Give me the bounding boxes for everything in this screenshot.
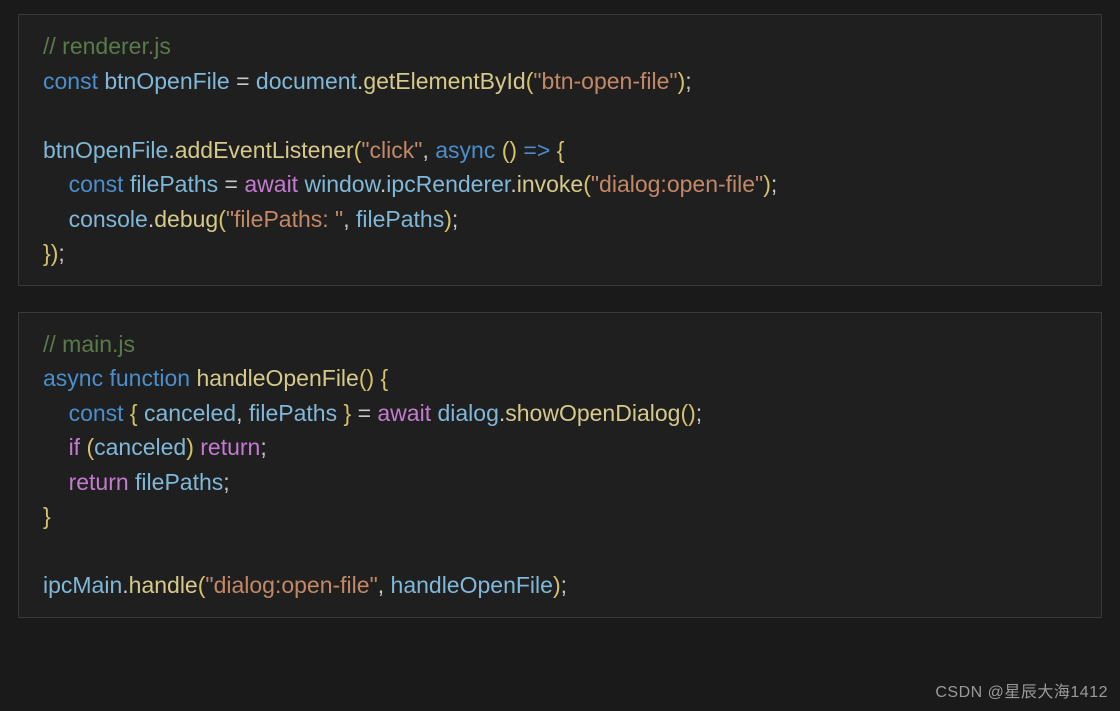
code-block-main: // main.js async function handleOpenFile… <box>18 312 1102 618</box>
code-content-main: // main.js async function handleOpenFile… <box>43 327 1077 603</box>
code-block-renderer: // renderer.js const btnOpenFile = docum… <box>18 14 1102 286</box>
watermark-text: CSDN @星辰大海1412 <box>935 681 1108 705</box>
code-content-renderer: // renderer.js const btnOpenFile = docum… <box>43 29 1077 271</box>
comment-line: // renderer.js <box>43 33 171 59</box>
comment-line: // main.js <box>43 331 135 357</box>
